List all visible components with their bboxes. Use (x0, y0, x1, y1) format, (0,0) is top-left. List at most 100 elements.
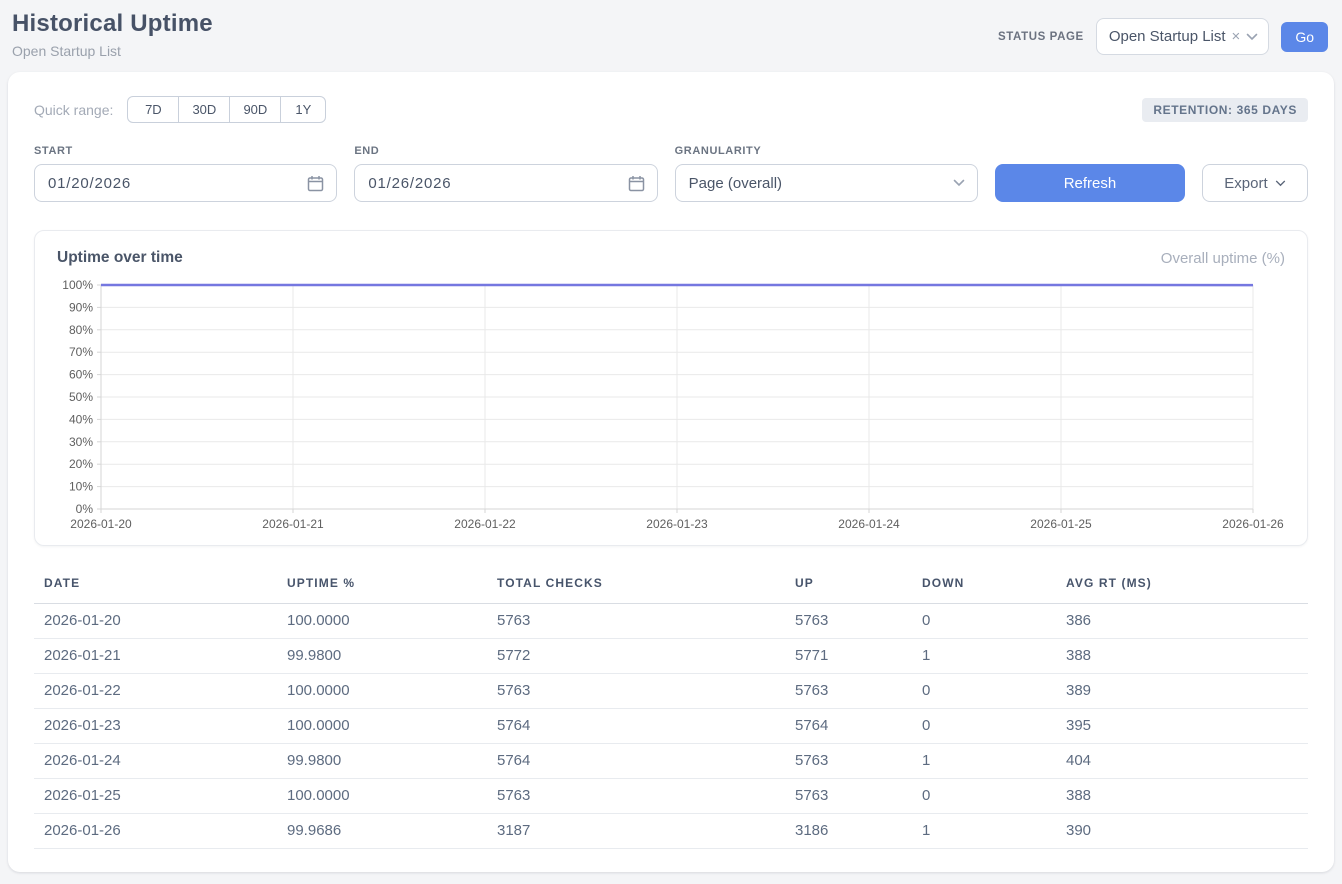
table-cell: 386 (1056, 604, 1308, 639)
chart-legend: Overall uptime (%) (1161, 250, 1285, 267)
table-cell: 100.0000 (277, 604, 487, 639)
table-cell: 5763 (785, 779, 912, 814)
main-panel: Quick range: 7D 30D 90D 1Y RETENTION: 36… (8, 72, 1334, 872)
clear-icon[interactable]: × (1232, 29, 1241, 44)
table-cell: 388 (1056, 779, 1308, 814)
page-subtitle: Open Startup List (12, 43, 213, 59)
go-button[interactable]: Go (1281, 22, 1328, 52)
table-cell: 5764 (785, 709, 912, 744)
export-button-label: Export (1224, 175, 1267, 192)
table-cell: 2026-01-20 (34, 604, 277, 639)
svg-text:2026-01-26: 2026-01-26 (1222, 517, 1284, 531)
retention-badge: RETENTION: 365 DAYS (1142, 98, 1308, 122)
svg-text:30%: 30% (69, 435, 93, 449)
column-header-date: DATE (34, 572, 277, 604)
table-row: 2026-01-23100.0000576457640395 (34, 709, 1308, 744)
end-date-input[interactable]: 01/26/2026 (354, 164, 657, 202)
table-cell: 3187 (487, 814, 785, 849)
granularity-value: Page (overall) (689, 175, 782, 192)
column-header-avg-rt: AVG RT (MS) (1056, 572, 1308, 604)
table-cell: 100.0000 (277, 709, 487, 744)
status-page-select[interactable]: Open Startup List × (1096, 18, 1270, 55)
svg-text:10%: 10% (69, 480, 93, 494)
table-cell: 5763 (785, 744, 912, 779)
table-cell: 1 (912, 639, 1056, 674)
svg-text:40%: 40% (69, 412, 93, 426)
table-cell: 0 (912, 709, 1056, 744)
table-cell: 5771 (785, 639, 912, 674)
table-cell: 99.9800 (277, 744, 487, 779)
column-header-uptime: UPTIME % (277, 572, 487, 604)
calendar-icon[interactable] (628, 175, 645, 192)
table-cell: 5764 (487, 709, 785, 744)
quick-range-7d[interactable]: 7D (127, 96, 179, 123)
table-cell: 5763 (487, 604, 785, 639)
table-cell: 5763 (487, 779, 785, 814)
export-button[interactable]: Export (1202, 164, 1308, 202)
table-row: 2026-01-20100.0000576357630386 (34, 604, 1308, 639)
table-cell: 100.0000 (277, 674, 487, 709)
table-cell: 1 (912, 814, 1056, 849)
table-cell: 3186 (785, 814, 912, 849)
start-date-field: START 01/20/2026 (34, 145, 337, 202)
svg-text:100%: 100% (62, 278, 93, 292)
table-cell: 99.9800 (277, 639, 487, 674)
table-cell: 1 (912, 744, 1056, 779)
table-cell: 2026-01-23 (34, 709, 277, 744)
svg-text:70%: 70% (69, 345, 93, 359)
start-date-value: 01/20/2026 (48, 175, 131, 192)
svg-text:60%: 60% (69, 368, 93, 382)
svg-text:90%: 90% (69, 300, 93, 314)
table-cell: 5764 (487, 744, 785, 779)
granularity-field: GRANULARITY Page (overall) (675, 145, 978, 202)
column-header-total-checks: TOTAL CHECKS (487, 572, 785, 604)
table-row: 2026-01-2699.9686318731861390 (34, 814, 1308, 849)
quick-range-label: Quick range: (34, 102, 113, 118)
table-cell: 388 (1056, 639, 1308, 674)
chart-card: Uptime over time Overall uptime (%) 0% 10… (34, 230, 1308, 546)
table-cell: 100.0000 (277, 779, 487, 814)
table-cell: 389 (1056, 674, 1308, 709)
svg-text:20%: 20% (69, 457, 93, 471)
table-cell: 5772 (487, 639, 785, 674)
quick-range-90d[interactable]: 90D (229, 96, 281, 123)
table-cell: 2026-01-24 (34, 744, 277, 779)
end-date-field: END 01/26/2026 (354, 145, 657, 202)
svg-text:2026-01-23: 2026-01-23 (646, 517, 708, 531)
chevron-down-icon (953, 179, 965, 187)
table-cell: 0 (912, 779, 1056, 814)
chart-title: Uptime over time (57, 249, 183, 267)
uptime-chart: 0% 10% 20% 30% 40% 50% 60% 70% 80% 90% 100% 2026-01… (57, 277, 1285, 535)
start-date-input[interactable]: 01/20/2026 (34, 164, 337, 202)
refresh-button[interactable]: Refresh (995, 164, 1185, 202)
table-cell: 2026-01-25 (34, 779, 277, 814)
quick-range-30d[interactable]: 30D (178, 96, 230, 123)
table-cell: 390 (1056, 814, 1308, 849)
svg-text:80%: 80% (69, 323, 93, 337)
column-header-up: UP (785, 572, 912, 604)
table-cell: 0 (912, 674, 1056, 709)
calendar-icon[interactable] (307, 175, 324, 192)
svg-text:2026-01-20: 2026-01-20 (70, 517, 132, 531)
table-cell: 2026-01-26 (34, 814, 277, 849)
chevron-down-icon (1275, 180, 1286, 187)
page-title: Historical Uptime (12, 10, 213, 38)
table-row: 2026-01-2499.9800576457631404 (34, 744, 1308, 779)
end-date-label: END (354, 145, 657, 157)
svg-text:2026-01-24: 2026-01-24 (838, 517, 900, 531)
svg-text:50%: 50% (69, 390, 93, 404)
chevron-down-icon (1246, 33, 1258, 41)
table-cell: 5763 (487, 674, 785, 709)
quick-range-1y[interactable]: 1Y (280, 96, 326, 123)
svg-text:2026-01-21: 2026-01-21 (262, 517, 324, 531)
table-cell: 5763 (785, 674, 912, 709)
table-cell: 99.9686 (277, 814, 487, 849)
svg-text:2026-01-22: 2026-01-22 (454, 517, 516, 531)
title-block: Historical Uptime Open Startup List (12, 10, 213, 59)
granularity-select[interactable]: Page (overall) (675, 164, 978, 202)
table-row: 2026-01-25100.0000576357630388 (34, 779, 1308, 814)
table-cell: 2026-01-21 (34, 639, 277, 674)
svg-text:0%: 0% (76, 502, 94, 516)
status-page-value: Open Startup List (1109, 28, 1226, 45)
table-row: 2026-01-22100.0000576357630389 (34, 674, 1308, 709)
